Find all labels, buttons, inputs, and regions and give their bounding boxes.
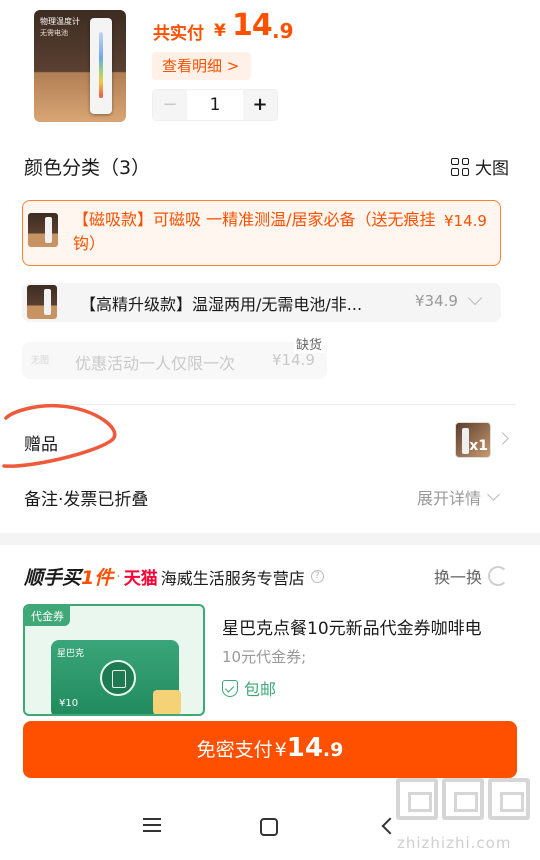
chevron-down-icon[interactable]	[467, 290, 483, 306]
back-icon[interactable]	[381, 817, 399, 835]
increase-quantity-button[interactable]: +	[243, 90, 277, 120]
swap-button[interactable]: 换一换	[434, 564, 509, 588]
watermark-logo	[396, 778, 530, 820]
sku-section-title: 颜色分类（3）	[24, 157, 151, 179]
view-details-button[interactable]: 查看明细 >	[152, 52, 251, 80]
out-of-stock-badge: 缺货	[294, 334, 325, 353]
sku-option-price: ¥14.9	[444, 212, 487, 230]
sku-option-price: ¥14.9	[272, 351, 315, 369]
big-image-label: 大图	[475, 159, 509, 179]
sku-option-disabled: 无图 优惠活动一人仅限一次 ¥14.9	[22, 342, 327, 379]
voucher-brand: 星巴克	[57, 649, 85, 659]
chevron-down-icon	[487, 488, 500, 501]
promo-item-image[interactable]: 代金券 星巴克 ¥10	[23, 604, 205, 716]
promo-brand: 顺手买1件	[24, 563, 113, 590]
sku-option-label: 优惠活动一人仅限一次	[75, 354, 236, 373]
grid-icon	[451, 157, 469, 176]
watermark-text: zhizhizhi.com	[397, 834, 512, 852]
total-paid-label: 共实付	[153, 24, 204, 44]
refresh-icon	[488, 566, 509, 586]
total-paid-integer: 14	[232, 8, 273, 43]
promo-separator: ·	[116, 568, 121, 585]
promo-brand-highlight: 1件	[81, 567, 114, 589]
pay-button[interactable]: 免密支付 ¥ 14 .9	[23, 721, 517, 778]
shield-check-icon	[222, 679, 238, 697]
chevron-right-icon[interactable]	[496, 432, 509, 445]
gift-thumbnail[interactable]: x1	[455, 422, 491, 458]
no-image-placeholder: 无图	[31, 356, 50, 366]
annotation-scribble	[2, 403, 117, 468]
promo-header: 顺手买1件 · 天猫 海威生活服务专营店 ?	[24, 563, 324, 590]
expand-details-button[interactable]: 展开详情	[417, 485, 500, 509]
gift-count-badge: x1	[469, 438, 488, 454]
promo-item-subtitle: 10元代金券;	[222, 648, 307, 666]
free-shipping-tag: 包邮	[222, 676, 276, 700]
quantity-value[interactable]: 1	[187, 90, 243, 120]
sku-option[interactable]: 【高精升级款】温湿两用/无需电池/非... ¥34.9	[22, 283, 501, 322]
store-name[interactable]: 海威生活服务专营店	[161, 565, 305, 589]
swap-label: 换一换	[434, 568, 483, 587]
sku-option-label: 【磁吸款】可磁吸 一精准测温/居家必备（送无痕挂钩）	[73, 210, 436, 253]
free-shipping-label: 包邮	[244, 680, 277, 699]
pay-button-currency: ¥	[274, 739, 287, 761]
starbucks-logo-icon	[100, 660, 136, 696]
thumbnail-caption: 物理温度计	[40, 17, 80, 26]
quantity-stepper: − 1 +	[152, 89, 278, 121]
sku-option-image	[28, 213, 58, 247]
thumbnail-subcaption: 无需电池	[40, 29, 68, 37]
sku-option-price: ¥34.9	[415, 292, 458, 310]
tmall-logo: 天猫	[123, 569, 158, 589]
sku-option-label: 【高精升级款】温湿两用/无需电池/非...	[80, 295, 363, 314]
decrease-quantity-button[interactable]: −	[153, 90, 187, 120]
section-separator	[0, 533, 540, 545]
info-icon[interactable]: ?	[310, 570, 324, 583]
big-image-toggle[interactable]: 大图	[451, 154, 509, 179]
thermometer-image	[90, 18, 112, 114]
pay-button-price-decimal: .9	[322, 739, 344, 761]
sku-option-selected[interactable]: 【磁吸款】可磁吸 一精准测温/居家必备（送无痕挂钩） ¥14.9	[22, 200, 501, 266]
voucher-amount: ¥10	[59, 698, 79, 709]
total-paid-decimal: .9	[272, 19, 294, 43]
total-paid-currency: ¥	[214, 21, 226, 41]
expand-details-label: 展开详情	[417, 489, 482, 508]
product-thumbnail[interactable]: 物理温度计 无需电池	[34, 10, 126, 122]
cup-icon	[153, 690, 181, 714]
sku-option-image	[27, 285, 57, 319]
promo-brand-prefix: 顺手买	[24, 567, 82, 589]
pay-button-price-integer: 14	[286, 733, 323, 763]
remark-invoice-label: 备注·发票已折叠	[24, 490, 149, 510]
voucher-tag: 代金券	[25, 606, 70, 626]
promo-item-title[interactable]: 星巴克点餐10元新品代金券咖啡电	[222, 614, 482, 639]
home-icon[interactable]	[260, 818, 278, 836]
pay-button-label: 免密支付	[196, 739, 273, 761]
menu-icon[interactable]	[143, 818, 161, 832]
